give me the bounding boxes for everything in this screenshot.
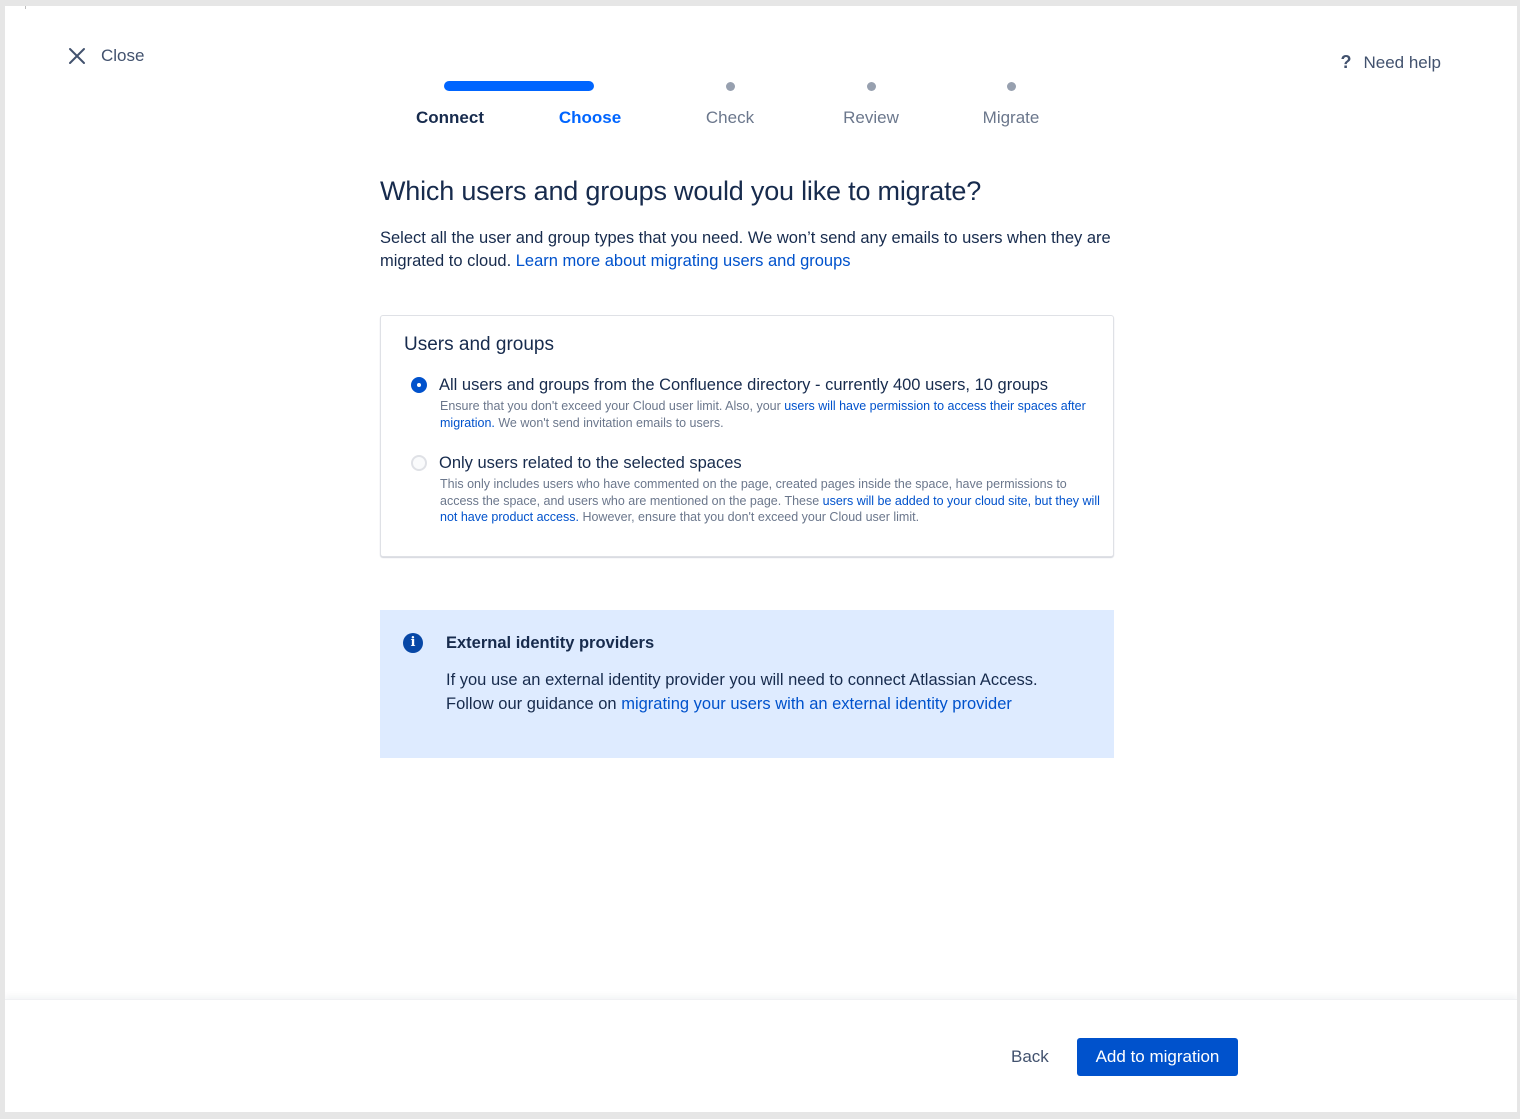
option-description: Ensure that you don't exceed your Cloud …: [440, 399, 1086, 430]
need-help-label: Need help: [1363, 52, 1441, 72]
option-all-users[interactable]: All users and groups from the Confluence…: [411, 375, 1101, 431]
close-icon: [67, 46, 87, 66]
step-label: Choose: [558, 108, 622, 127]
step-check: Check: [660, 80, 800, 128]
info-body: If you use an external identity provider…: [446, 671, 1038, 713]
info-title: External identity providers: [446, 634, 655, 652]
step-dot: [867, 82, 876, 91]
page-title: Which users and groups would you like to…: [380, 176, 982, 206]
step-dot: [726, 82, 735, 91]
option-title: All users and groups from the Confluence…: [439, 376, 1048, 394]
progress-tracker: Connect Choose Check Review Migrate: [380, 80, 1080, 130]
users-groups-card: Users and groups All users and groups fr…: [380, 315, 1114, 557]
step-dot: [1007, 82, 1016, 91]
migration-dialog: Close ? Need help Connect Choose Check R…: [5, 6, 1517, 1112]
step-label: Review: [843, 108, 899, 127]
option-title: Only users related to the selected space…: [439, 454, 742, 472]
step-choose: Choose: [520, 80, 660, 128]
learn-more-link[interactable]: Learn more about migrating users and gro…: [516, 252, 851, 270]
step-label: Check: [705, 108, 755, 127]
radio-all-users[interactable]: [411, 377, 427, 393]
footer-bar: Back Add to migration: [5, 999, 1517, 1112]
step-label: Connect: [416, 108, 484, 127]
intro-text: Select all the user and group types that…: [380, 229, 1111, 270]
step-label: Migrate: [982, 108, 1040, 127]
corner-mark: [25, 6, 26, 9]
add-to-migration-button[interactable]: Add to migration: [1077, 1038, 1238, 1076]
close-button[interactable]: Close: [67, 46, 144, 66]
option-description: This only includes users who have commen…: [440, 477, 1100, 524]
close-label: Close: [101, 46, 145, 65]
step-migrate: Migrate: [941, 80, 1081, 128]
card-title: Users and groups: [404, 334, 554, 355]
radio-related-users[interactable]: [411, 455, 427, 471]
option-related-users[interactable]: Only users related to the selected space…: [411, 453, 1101, 526]
info-icon: i: [403, 633, 423, 653]
step-review: Review: [801, 80, 941, 128]
need-help-button[interactable]: ? Need help: [1340, 52, 1441, 73]
back-button[interactable]: Back: [995, 1038, 1065, 1076]
step-connect: Connect: [380, 80, 520, 128]
external-idp-link[interactable]: migrating your users with an external id…: [621, 695, 1012, 713]
external-idp-info-panel: i External identity providers If you use…: [380, 610, 1114, 758]
question-icon: ?: [1340, 52, 1352, 72]
main-content: Which users and groups would you like to…: [380, 176, 1120, 758]
